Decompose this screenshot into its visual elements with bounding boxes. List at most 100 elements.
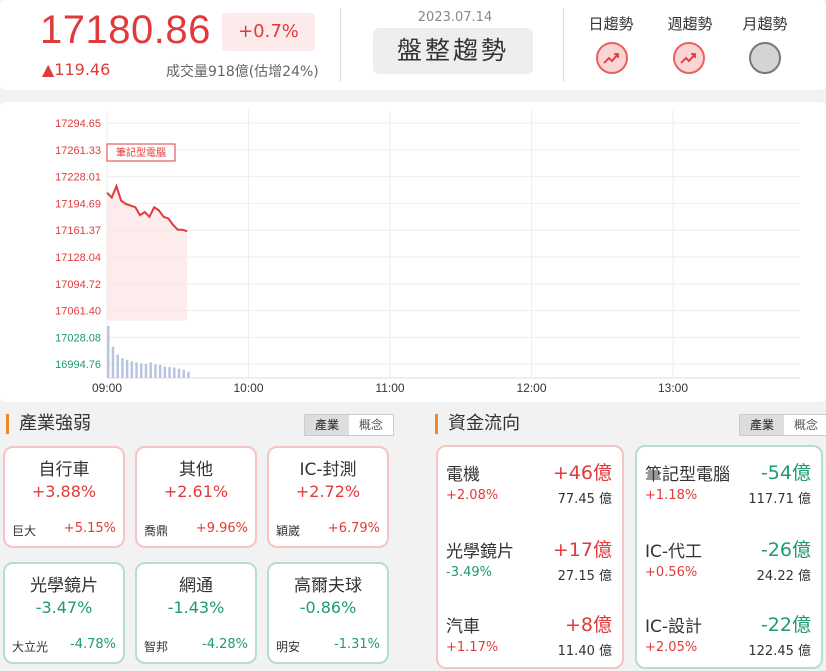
volume-bar xyxy=(182,369,185,378)
flow-amount: -22億 xyxy=(760,614,811,636)
x-tick-label: 10:00 xyxy=(233,381,263,395)
volume-bar xyxy=(177,368,181,378)
chart-grid xyxy=(106,110,800,379)
x-tick-label: 13:00 xyxy=(658,381,688,395)
money-flow-title: 資金流向 xyxy=(435,414,520,434)
industry-strength-title: 產業強弱 xyxy=(6,414,91,434)
money-inflow-panel: 電機 +46億 +2.08% 77.45 億光學鏡片 +17億 -3.49% 27.15 億… xyxy=(436,445,624,669)
flow-amount: +8億 xyxy=(564,614,612,636)
flow-percent: +0.56% xyxy=(645,565,698,580)
flow-industry-name: 汽車 xyxy=(446,617,480,637)
leading-stock-name: 智邦 xyxy=(144,640,169,654)
money-outflow-panel: 筆記型電腦 -54億 +1.18% 117.71 億 IC-代工 -26億 +0.56% 24… xyxy=(635,445,823,669)
volume-bar xyxy=(111,346,115,378)
index-price: 17180.86 xyxy=(40,8,211,52)
industry-name: IC-封測 xyxy=(299,460,357,480)
volume-bar xyxy=(187,371,190,378)
flow-row[interactable]: 光學鏡片 +17億 -3.49% 27.15 億 xyxy=(438,537,622,607)
intraday-chart: 17294.65 17261.33 17228.01 17194.69 17161.37… xyxy=(0,102,826,402)
flow-percent: +2.05% xyxy=(645,640,698,655)
price-area xyxy=(107,186,188,321)
market-header: 17180.86 +0.7% ▲119.46 成交量918億(估增24%) 20… xyxy=(0,0,826,90)
industry-card[interactable]: 高爾夫球 -0.86% 明安 -1.31% xyxy=(267,562,389,664)
volume-bar xyxy=(107,326,110,378)
industry-card[interactable]: 其他 +2.61% 喬鼎 +9.96% xyxy=(135,446,257,548)
flow-percent: -3.49% xyxy=(446,565,492,580)
month-trend-label: 月趨勢 xyxy=(742,15,788,33)
leading-stock-name: 大立光 xyxy=(12,640,49,654)
leading-stock-name: 喬鼎 xyxy=(144,524,169,538)
industry-percent: +2.72% xyxy=(295,482,361,501)
volume-bar xyxy=(135,362,138,378)
volume-bar xyxy=(149,362,152,378)
day-trend-up-icon[interactable] xyxy=(596,42,628,74)
week-trend-up-icon[interactable] xyxy=(673,42,705,74)
industry-tab-concept[interactable]: 概念 xyxy=(349,415,393,435)
flow-percent: +1.17% xyxy=(446,640,499,655)
volume-bar xyxy=(125,359,129,378)
index-percent-badge: +0.7% xyxy=(222,13,315,51)
intraday-chart-svg: 17294.65 17261.33 17228.01 17194.69 17161.37… xyxy=(55,110,800,395)
industry-card[interactable]: 自行車 +3.88% 巨大 +5.15% xyxy=(3,446,125,548)
volume-bars xyxy=(107,326,190,378)
day-trend-label: 日趨勢 xyxy=(588,15,634,33)
y-tick-label: 17194.69 xyxy=(55,198,101,210)
month-trend-neutral-icon[interactable] xyxy=(749,42,781,74)
y-tick-label: 17294.65 xyxy=(55,118,101,130)
flow-row[interactable]: 筆記型電腦 -54億 +1.18% 117.71 億 xyxy=(637,460,821,530)
flow-row[interactable]: IC-代工 -26億 +0.56% 24.22 億 xyxy=(637,537,821,607)
flow-turnover: 27.15 億 xyxy=(557,569,612,584)
flow-row[interactable]: 電機 +46億 +2.08% 77.45 億 xyxy=(438,460,622,530)
flow-turnover: 117.71 億 xyxy=(748,492,811,507)
chart-annotation: 筆記型電腦 xyxy=(106,143,176,162)
flow-turnover: 24.22 億 xyxy=(756,569,811,584)
industry-name: 自行車 xyxy=(38,460,90,480)
x-tick-label: 11:00 xyxy=(375,381,404,395)
industry-percent: -3.47% xyxy=(35,598,93,617)
flow-row[interactable]: IC-設計 -22億 +2.05% 122.45 億 xyxy=(637,612,821,671)
y-tick-label: 17161.37 xyxy=(55,225,101,237)
flow-industry-name: IC-代工 xyxy=(645,542,703,562)
y-axis-ticks: 17294.65 17261.33 17228.01 17194.69 17161.37… xyxy=(55,118,101,371)
industry-tab-switch: 產業 概念 xyxy=(304,414,394,436)
flow-amount: +17億 xyxy=(552,539,612,561)
industry-name: 網通 xyxy=(179,576,213,596)
flow-turnover: 122.45 億 xyxy=(748,644,811,659)
trade-date: 2023.07.14 xyxy=(417,10,493,25)
volume-bar xyxy=(116,354,119,378)
trend-status: 盤整趨勢 xyxy=(373,28,533,74)
leading-stock-percent: -1.31% xyxy=(334,637,380,652)
industry-card[interactable]: 網通 -1.43% 智邦 -4.28% xyxy=(135,562,257,664)
leading-stock-percent: -4.28% xyxy=(202,637,248,652)
industry-name: 其他 xyxy=(179,460,213,480)
flow-row[interactable]: 汽車 +8億 +1.17% 11.40 億 xyxy=(438,612,622,671)
flow-tab-switch: 產業 概念 xyxy=(739,414,826,436)
industry-tab-industry[interactable]: 產業 xyxy=(305,415,349,435)
index-change: ▲119.46 xyxy=(42,60,111,79)
volume-bar xyxy=(173,367,176,378)
industry-card[interactable]: 光學鏡片 -3.47% 大立光 -4.78% xyxy=(3,562,125,664)
flow-tab-industry[interactable]: 產業 xyxy=(740,415,784,435)
y-tick-label: 17028.08 xyxy=(55,332,101,344)
header-divider xyxy=(563,8,564,82)
industry-percent: -1.43% xyxy=(167,598,225,617)
industry-percent: -0.86% xyxy=(299,598,357,617)
volume-bar xyxy=(154,364,157,378)
y-tick-label: 17228.01 xyxy=(55,172,101,184)
flow-amount: +46億 xyxy=(552,462,612,484)
leading-stock-percent: +5.15% xyxy=(63,521,116,536)
header-divider xyxy=(340,8,341,82)
volume-bar xyxy=(121,358,124,378)
industry-card[interactable]: IC-封測 +2.72% 穎崴 +6.79% xyxy=(267,446,389,548)
trading-volume: 成交量918億(估增24%) xyxy=(166,64,319,80)
flow-tab-concept[interactable]: 概念 xyxy=(784,415,826,435)
flow-amount: -54億 xyxy=(760,462,811,484)
x-tick-label: 09:00 xyxy=(92,381,122,395)
x-tick-label: 12:00 xyxy=(516,381,546,395)
volume-bar xyxy=(168,367,171,378)
volume-bar xyxy=(144,363,148,378)
leading-stock-name: 穎崴 xyxy=(276,524,301,538)
flow-turnover: 77.45 億 xyxy=(557,492,612,507)
leading-stock-percent: +6.79% xyxy=(327,521,380,536)
y-tick-label: 17094.72 xyxy=(55,279,101,291)
